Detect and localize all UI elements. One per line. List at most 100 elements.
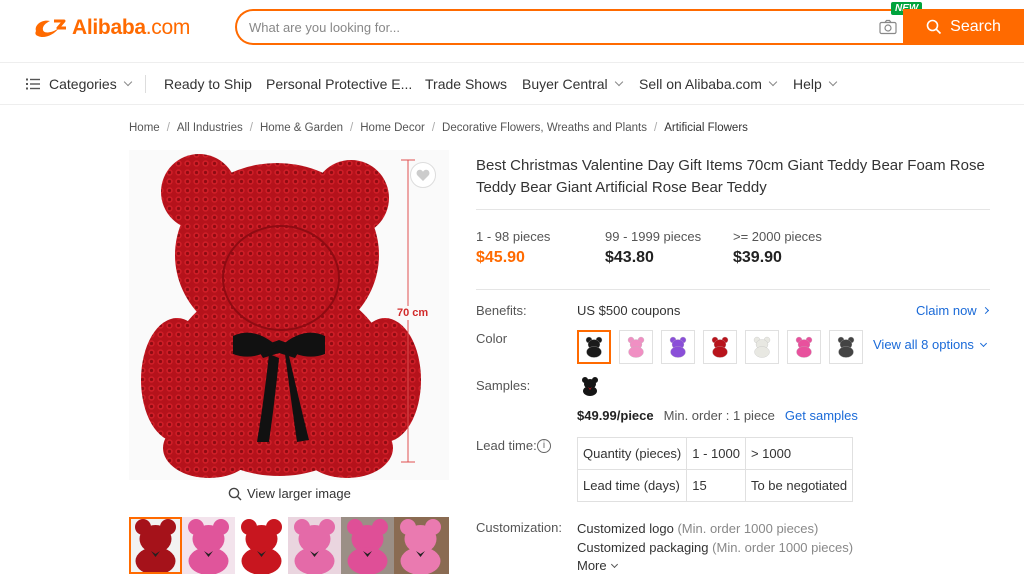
product-title: Best Christmas Valentine Day Gift Items … bbox=[476, 157, 985, 196]
chevron-down-icon bbox=[614, 77, 623, 86]
thumbnail[interactable] bbox=[394, 517, 449, 574]
nav-buyer-central[interactable]: Buyer Central bbox=[522, 62, 623, 105]
table-cell: 1 - 1000 bbox=[686, 437, 746, 470]
nav-personal-protective[interactable]: Personal Protective E... bbox=[266, 62, 412, 105]
breadcrumb-home-decor[interactable]: Home Decor bbox=[360, 122, 425, 134]
breadcrumb-separator: / bbox=[166, 122, 170, 134]
price-tier: >= 2000 pieces $39.90 bbox=[733, 229, 822, 267]
color-swatch[interactable] bbox=[787, 330, 821, 364]
teddy-bear-thumbnail-image bbox=[241, 519, 282, 574]
price-tier: 99 - 1999 pieces $43.80 bbox=[605, 229, 701, 267]
table-cell: Quantity (pieces) bbox=[576, 437, 688, 470]
sample-info: $49.99/piece Min. order : 1 piece Get sa… bbox=[577, 408, 858, 423]
thumbnail[interactable] bbox=[288, 517, 341, 574]
nav-trade-shows[interactable]: Trade Shows bbox=[425, 62, 507, 105]
price-value: $45.90 bbox=[476, 249, 525, 266]
lead-time-label: Lead time: bbox=[476, 438, 537, 453]
color-swatch[interactable] bbox=[619, 330, 653, 364]
teddy-bear-thumbnail-image bbox=[135, 519, 176, 574]
chevron-down-icon bbox=[123, 77, 132, 86]
nav-label: Sell on Alibaba.com bbox=[639, 75, 762, 92]
view-larger-label: View larger image bbox=[247, 486, 351, 501]
magnifier-icon bbox=[228, 487, 242, 500]
camera-icon[interactable] bbox=[879, 19, 897, 35]
search-button-label: Search bbox=[950, 18, 1001, 35]
breadcrumb-separator: / bbox=[653, 122, 658, 134]
divider bbox=[476, 209, 990, 210]
claim-now-link[interactable]: Claim now bbox=[916, 303, 989, 318]
menu-icon bbox=[26, 78, 40, 89]
nav-label: Buyer Central bbox=[522, 75, 608, 92]
sample-bear-thumbnail[interactable] bbox=[580, 376, 600, 396]
nav-sell-on-alibaba[interactable]: Sell on Alibaba.com bbox=[639, 62, 778, 105]
bear-swatch-icon bbox=[753, 336, 771, 358]
size-label: 70 cm bbox=[397, 306, 429, 320]
table-row: Lead time (days) 15 To be negotiated bbox=[576, 469, 854, 502]
price-range: 99 - 1999 pieces bbox=[605, 229, 702, 244]
color-swatch[interactable] bbox=[577, 330, 611, 364]
thumbnail[interactable] bbox=[182, 517, 235, 574]
view-all-options-link[interactable]: View all 8 options bbox=[873, 337, 987, 352]
top-nav: Categories Ready to Ship Personal Protec… bbox=[0, 62, 1024, 105]
teddy-bear-thumbnail-image bbox=[188, 519, 229, 574]
chevron-down-icon bbox=[979, 339, 987, 347]
thumbnail[interactable] bbox=[129, 517, 182, 574]
breadcrumb-home-garden[interactable]: Home & Garden bbox=[260, 122, 343, 134]
nav-ready-to-ship[interactable]: Ready to Ship bbox=[164, 62, 252, 105]
chevron-right-icon bbox=[981, 306, 989, 315]
customization-item: Customized packaging (Min. order 1000 pi… bbox=[577, 540, 853, 555]
search-input[interactable] bbox=[249, 18, 849, 36]
breadcrumb-all-industries[interactable]: All Industries bbox=[177, 122, 243, 134]
breadcrumb-artificial-flowers[interactable]: Artificial Flowers bbox=[664, 122, 748, 134]
view-larger-image[interactable]: View larger image bbox=[228, 486, 351, 501]
nav-categories-label: Categories bbox=[49, 75, 117, 92]
search-button[interactable]: Search bbox=[903, 9, 1024, 45]
info-icon[interactable]: i bbox=[537, 439, 551, 453]
search-box bbox=[235, 9, 905, 45]
more-label: More bbox=[577, 558, 607, 573]
bear-swatch-icon bbox=[711, 336, 729, 358]
logo-brand: Alibaba bbox=[72, 16, 146, 39]
lead-time-table: Quantity (pieces) 1 - 1000 > 1000 Lead t… bbox=[576, 437, 854, 502]
view-all-options-label: View all 8 options bbox=[873, 337, 974, 352]
customization-note: (Min. order 1000 pieces) bbox=[677, 521, 819, 536]
thumbnail[interactable] bbox=[235, 517, 288, 574]
teddy-bear-thumbnail-image bbox=[400, 519, 441, 574]
more-button[interactable]: More bbox=[577, 558, 618, 573]
benefits-label: Benefits: bbox=[476, 303, 527, 318]
bear-swatch-icon bbox=[837, 336, 855, 358]
color-swatch[interactable] bbox=[703, 330, 737, 364]
customization-note: (Min. order 1000 pieces) bbox=[712, 540, 854, 555]
breadcrumb-decorative-flowers[interactable]: Decorative Flowers, Wreaths and Plants bbox=[442, 122, 647, 134]
heart-icon bbox=[416, 169, 430, 181]
thumbnail[interactable] bbox=[341, 517, 394, 574]
claim-now-label: Claim now bbox=[916, 303, 977, 318]
breadcrumb-separator: / bbox=[431, 122, 436, 134]
customization-name: Customized logo bbox=[577, 521, 674, 536]
nav-divider bbox=[145, 75, 146, 93]
table-cell: 15 bbox=[686, 469, 746, 502]
breadcrumb-home[interactable]: Home bbox=[129, 122, 160, 134]
get-samples-link[interactable]: Get samples bbox=[785, 408, 858, 423]
table-cell: Lead time (days) bbox=[576, 469, 688, 502]
bear-swatch-icon bbox=[585, 336, 603, 358]
chevron-down-icon bbox=[768, 77, 778, 86]
sample-min-order: Min. order : 1 piece bbox=[663, 408, 775, 423]
customization-label: Customization: bbox=[476, 520, 562, 535]
color-label: Color bbox=[476, 331, 508, 346]
favorite-button[interactable] bbox=[410, 162, 436, 188]
table-cell: To be negotiated bbox=[744, 469, 854, 502]
color-swatch[interactable] bbox=[661, 330, 695, 364]
color-swatch[interactable] bbox=[745, 330, 779, 364]
breadcrumb-separator: / bbox=[350, 122, 354, 134]
price-value: $43.80 bbox=[605, 249, 654, 266]
price-tier: 1 - 98 pieces $45.90 bbox=[476, 229, 550, 267]
search-icon bbox=[926, 19, 942, 35]
nav-categories[interactable]: Categories bbox=[26, 62, 132, 105]
main-product-image[interactable]: 70 cm bbox=[129, 150, 449, 480]
color-swatch[interactable] bbox=[829, 330, 863, 364]
samples-label: Samples: bbox=[476, 378, 531, 393]
nav-label: Trade Shows bbox=[425, 75, 507, 92]
nav-help[interactable]: Help bbox=[793, 62, 838, 105]
alibaba-logo[interactable]: Alibaba.com bbox=[32, 14, 190, 42]
